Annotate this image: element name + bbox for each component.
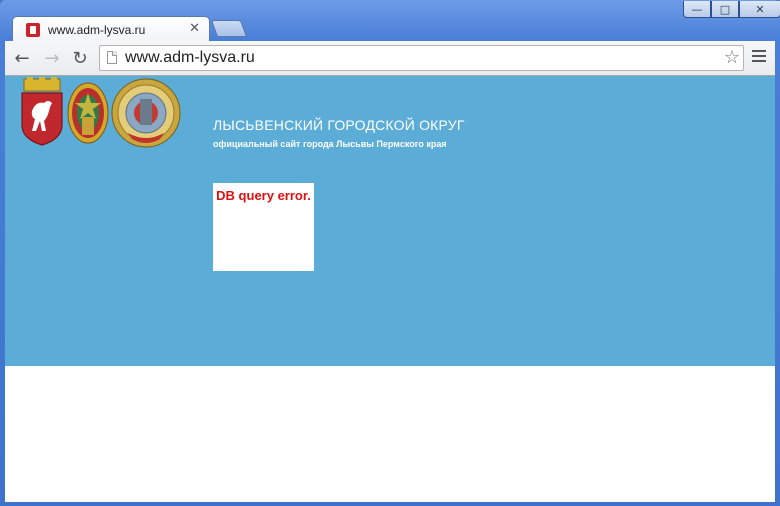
reload-icon[interactable]: ↻ <box>70 49 90 69</box>
tab-title: www.adm-lysva.ru <box>48 22 146 37</box>
close-icon[interactable]: ✕ <box>739 1 780 18</box>
site-title: ЛЫСЬВЕНСКИЙ ГОРОДСКОЙ ОКРУГ <box>213 117 465 133</box>
order-medal-icon <box>67 82 109 144</box>
browser-tab[interactable]: www.adm-lysva.ru ✕ <box>12 16 210 42</box>
address-bar[interactable]: www.adm-lysva.ru ☆ <box>99 45 744 71</box>
page-content: ЛЫСЬВЕНСКИЙ ГОРОДСКОЙ ОКРУГ официальный … <box>5 76 775 502</box>
favicon-icon <box>26 22 40 37</box>
browser-window: — □ ✕ www.adm-lysva.ru ✕ ← → ↻ www.adm-l… <box>0 0 780 506</box>
window-controls: — □ ✕ <box>683 1 780 18</box>
new-tab-button[interactable] <box>210 20 248 37</box>
url-text[interactable]: www.adm-lysva.ru <box>125 49 255 67</box>
browser-toolbar: ← → ↻ www.adm-lysva.ru ☆ <box>5 41 775 76</box>
back-arrow-icon[interactable]: ← <box>12 49 32 69</box>
site-banner: ЛЫСЬВЕНСКИЙ ГОРОДСКОЙ ОКРУГ официальный … <box>5 76 775 366</box>
minimize-icon[interactable]: — <box>683 1 711 18</box>
forward-arrow-icon[interactable]: → <box>42 49 62 69</box>
glory-order-icon <box>111 78 181 148</box>
window-bottom-border <box>0 502 780 506</box>
maximize-icon[interactable]: □ <box>711 1 739 18</box>
page-icon <box>107 51 117 64</box>
bookmark-star-icon[interactable]: ☆ <box>724 47 740 68</box>
tab-close-icon[interactable]: ✕ <box>189 21 200 36</box>
error-panel: DB query error. <box>213 183 314 271</box>
site-subtitle: официальный сайт города Лысьвы Пермского… <box>213 139 447 149</box>
coat-of-arms-icon <box>21 77 63 146</box>
error-message: DB query error. <box>216 188 311 203</box>
menu-icon[interactable] <box>752 50 766 65</box>
